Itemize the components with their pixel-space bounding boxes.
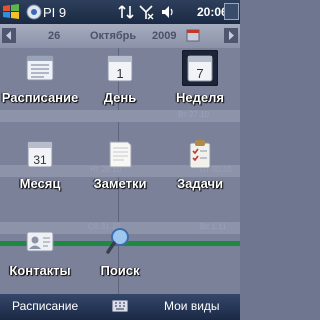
tile-label: День: [103, 90, 137, 105]
tile-schedule[interactable]: Расписание: [0, 52, 80, 112]
contacts-card-icon: [26, 231, 54, 252]
signal-off-icon[interactable]: [138, 4, 154, 20]
svg-text:31: 31: [33, 153, 47, 167]
softkey-left[interactable]: Расписание: [12, 299, 78, 313]
connectivity-icon[interactable]: [118, 4, 134, 20]
tile-label: Заметки: [93, 176, 147, 191]
tile-label: Расписание: [1, 90, 79, 105]
tile-day[interactable]: 1 День: [80, 52, 160, 112]
softkey-right[interactable]: Мои виды: [164, 299, 220, 313]
date-month[interactable]: Октябрь: [90, 30, 136, 42]
previous-day-icon[interactable]: [2, 28, 16, 43]
tile-label: Месяц: [19, 176, 61, 191]
tile-month[interactable]: 31 Месяц: [0, 138, 80, 198]
pocket-informant-app-icon: [26, 4, 42, 20]
tasks-clipboard-icon: [189, 140, 211, 169]
date-day[interactable]: 26: [48, 30, 60, 42]
tile-search[interactable]: Поиск: [80, 225, 160, 285]
tile-contacts[interactable]: Контакты: [0, 225, 80, 285]
volume-icon[interactable]: [160, 4, 176, 20]
softkey-bar: Расписание Мои виды: [0, 294, 240, 320]
tile-notes[interactable]: Заметки: [80, 138, 160, 198]
app-title: PI 9: [43, 5, 67, 20]
schedule-list-icon: [26, 55, 54, 81]
date-navigation-bar: 26 Октябрь 2009: [0, 24, 240, 48]
close-button[interactable]: [224, 3, 239, 20]
search-magnifier-icon: [106, 228, 129, 254]
keyboard-icon[interactable]: [112, 300, 128, 312]
tile-label: Контакты: [9, 263, 71, 278]
svg-text:7: 7: [196, 66, 203, 81]
month-calendar-icon: 31: [27, 141, 53, 168]
week-calendar-icon: 7: [182, 50, 218, 86]
tile-tasks[interactable]: Задачи: [160, 138, 240, 198]
date-year[interactable]: 2009: [152, 30, 176, 42]
next-day-icon[interactable]: [224, 28, 238, 43]
day-calendar-icon: 1: [107, 55, 133, 82]
status-bar: PI 9 20:06: [0, 0, 240, 24]
notes-icon: [109, 141, 132, 168]
tile-label: Неделя: [176, 90, 224, 105]
tile-label: Задачи: [176, 176, 224, 191]
tile-week[interactable]: 7 Неделя: [160, 50, 240, 112]
windows-start-icon[interactable]: [2, 3, 20, 21]
svg-text:1: 1: [116, 66, 123, 81]
tile-label: Поиск: [100, 263, 140, 278]
calendar-small-icon[interactable]: [185, 27, 201, 43]
